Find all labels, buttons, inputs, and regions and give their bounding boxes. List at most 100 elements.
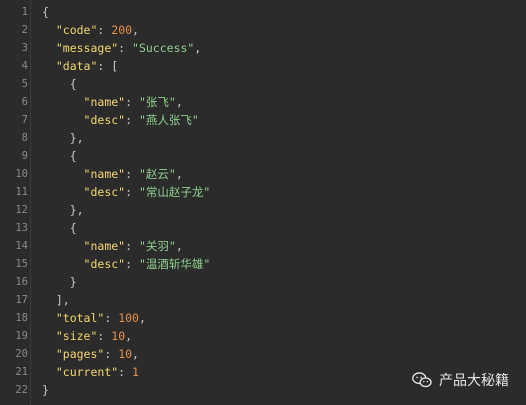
punctuation: , [125, 329, 133, 343]
line-number: 22 [15, 384, 28, 396]
json-string: "温酒斩华雄" [138, 257, 211, 271]
punctuation: : [97, 23, 112, 37]
line-number: 4 [21, 60, 28, 72]
code-line: "desc": "温酒斩华雄" [42, 255, 211, 273]
json-number: 200 [111, 23, 133, 37]
code-line: "total": 100, [42, 309, 210, 327]
json-key: "desc" [83, 257, 126, 271]
code-line: } [42, 381, 210, 399]
code-line: "code": 200, [42, 21, 210, 39]
json-string: "关羽" [138, 239, 176, 253]
line-number: 9 [21, 150, 28, 162]
line-number: 16 [15, 276, 28, 288]
code-line: { [42, 219, 210, 237]
punctuation: : [125, 257, 139, 271]
code-line: { [42, 3, 210, 21]
line-number: 21 [15, 366, 28, 378]
line-number: 8 [21, 132, 28, 144]
code-line: "name": "张飞", [42, 93, 210, 111]
punctuation: , [132, 347, 139, 361]
code-line: "name": "关羽", [42, 237, 210, 255]
punctuation: : [104, 311, 119, 325]
code-line: "desc": "燕人张飞" [42, 111, 210, 129]
punctuation: , [175, 95, 183, 109]
line-number-gutter: 1 2 3 4 5 6 7 8 9 10 11 12 13 14 15 16 1… [0, 3, 28, 399]
json-key: "message" [55, 41, 119, 55]
json-string: "赵云" [138, 167, 176, 181]
json-key: "name" [83, 95, 126, 109]
line-number: 17 [15, 294, 28, 306]
punctuation: : [125, 167, 139, 181]
json-number: 1 [132, 365, 139, 379]
punctuation: : [125, 185, 139, 199]
punctuation: { [42, 5, 49, 19]
punctuation: { [69, 221, 77, 235]
code-line: "desc": "常山赵子龙" [42, 183, 211, 201]
punctuation: ], [55, 293, 70, 307]
json-number: 10 [118, 347, 133, 361]
code-body: { "code": 200, "message": "Success", "da… [42, 3, 210, 399]
line-number: 11 [15, 186, 28, 198]
punctuation: }, [69, 203, 84, 217]
punctuation: : [125, 113, 139, 127]
code-line: "message": "Success", [42, 39, 210, 57]
punctuation: : [125, 239, 139, 253]
json-string: "张飞" [138, 95, 176, 109]
json-string: "燕人张飞" [138, 113, 199, 127]
json-key: "code" [55, 23, 98, 37]
line-number: 15 [15, 258, 28, 270]
json-string: "Success" [132, 41, 195, 55]
code-line: "pages": 10, [42, 345, 210, 363]
line-number: 20 [15, 348, 28, 360]
json-number: 100 [118, 311, 139, 325]
punctuation: , [132, 23, 139, 37]
json-key: "current" [55, 365, 119, 379]
punctuation: : [118, 41, 133, 55]
line-number: 2 [21, 24, 28, 36]
code-line: } [42, 273, 210, 291]
line-number: 12 [15, 204, 28, 216]
watermark-text: 产品大秘籍 [439, 373, 509, 389]
line-number: 19 [15, 330, 28, 342]
code-line: ], [42, 291, 210, 309]
code-line: { [42, 75, 210, 93]
punctuation: , [194, 41, 202, 55]
json-key: "pages" [55, 347, 105, 361]
json-key: "name" [83, 167, 126, 181]
json-key: "total" [55, 311, 105, 325]
punctuation: , [175, 239, 183, 253]
line-number: 5 [21, 78, 28, 90]
line-number: 13 [15, 222, 28, 234]
json-key: "desc" [83, 185, 126, 199]
code-line: "size": 10, [42, 327, 210, 345]
code-line: { [42, 147, 210, 165]
code-editor: 1 2 3 4 5 6 7 8 9 10 11 12 13 14 15 16 1… [0, 0, 526, 405]
punctuation: } [69, 275, 77, 289]
watermark: 产品大秘籍 [411, 370, 509, 390]
json-key: "data" [55, 59, 98, 73]
punctuation: }, [69, 131, 84, 145]
code-line: "current": 1 [42, 363, 210, 381]
json-key: "desc" [83, 113, 126, 127]
gutter-divider [30, 0, 31, 405]
punctuation: , [138, 311, 146, 325]
punctuation: : [97, 329, 112, 343]
json-string: "常山赵子龙" [138, 185, 211, 199]
wechat-icon [412, 372, 432, 388]
punctuation: , [175, 167, 183, 181]
code-line: }, [42, 201, 210, 219]
json-key: "size" [55, 329, 98, 343]
code-line: "data": [ [42, 57, 210, 75]
code-line: }, [42, 129, 210, 147]
punctuation: { [69, 149, 77, 163]
line-number: 18 [15, 312, 28, 324]
punctuation: { [69, 77, 77, 91]
line-number: 6 [21, 96, 28, 108]
punctuation: : [118, 365, 133, 379]
line-number: 3 [21, 42, 28, 54]
punctuation: } [42, 383, 49, 397]
line-number: 1 [21, 6, 28, 18]
punctuation: : [104, 347, 119, 361]
line-number: 7 [21, 114, 28, 126]
json-number: 10 [111, 329, 126, 343]
